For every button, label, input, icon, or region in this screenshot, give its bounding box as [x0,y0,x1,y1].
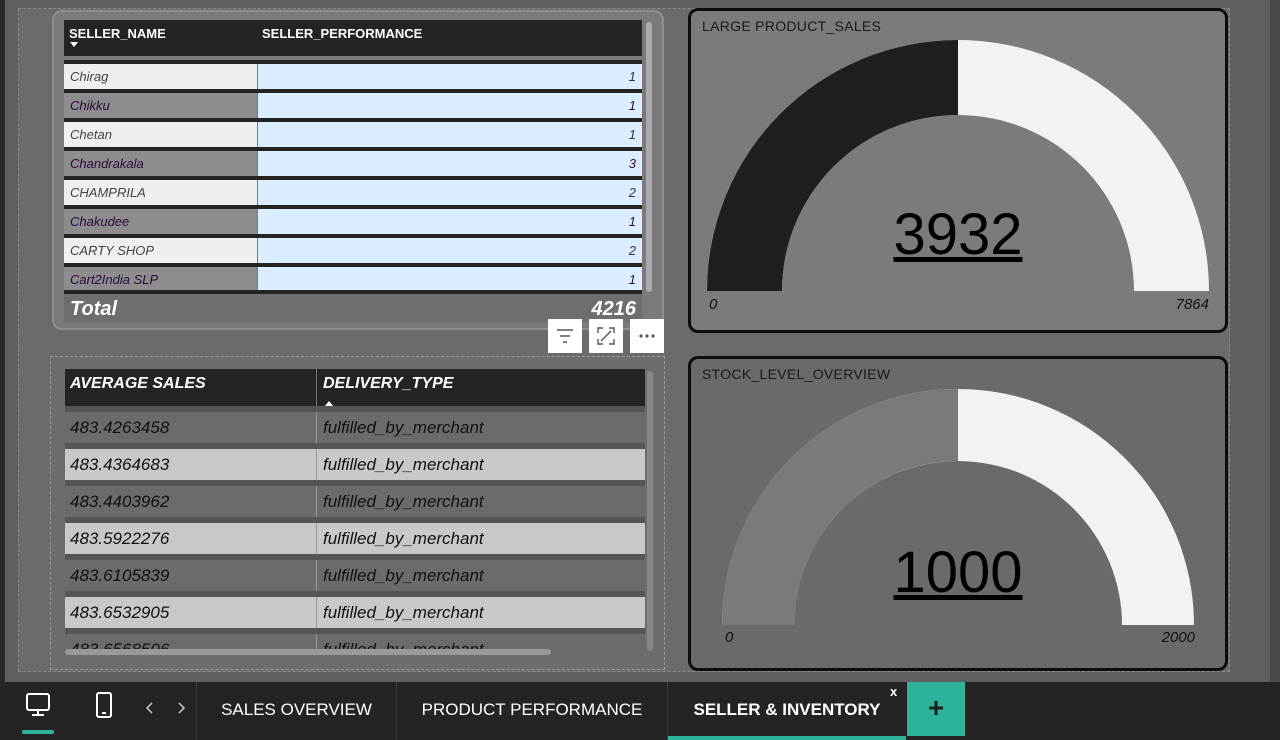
table-row[interactable]: 483.4364683 fulfilled_by_merchant [65,443,645,480]
gauge-large-product-sales[interactable]: LARGE PRODUCT_SALES 3932 0 7864 [688,8,1228,333]
total-value: 4216 [591,298,637,320]
chevron-left-icon [145,702,153,714]
delivery-type-cell: fulfilled_by_merchant [323,566,484,585]
more-options-button[interactable] [630,319,664,353]
table-row[interactable]: CARTY SHOP 2 [64,234,642,263]
seller-name-cell: CHAMPRILA [64,180,257,205]
seller-performance-cell: 3 [258,151,642,176]
seller-name-cell: Cart2India SLP [64,267,257,292]
table-row[interactable]: Chakudee 1 [64,205,642,234]
seller-name-cell: Chakudee [64,209,257,234]
table-row[interactable]: Chetan 1 [64,118,642,147]
header-seller-name[interactable]: SELLER_NAME [69,26,166,41]
chevron-right-icon [178,702,186,714]
vertical-scrollbar[interactable] [647,371,653,651]
seller-performance-table[interactable]: SELLER_NAME SELLER_PERFORMANCE Chirag 1 … [52,10,664,330]
gauge-value: 1000 [893,540,1023,605]
seller-name-cell: CARTY SHOP [64,238,257,263]
mobile-icon [96,692,112,718]
more-options-icon [639,334,655,338]
gauge-arc [707,40,1209,291]
page-navigation-bar: SALES OVERVIEW PRODUCT PERFORMANCE SELLE… [0,682,1280,740]
left-edge [0,0,5,682]
close-tab-button[interactable]: x [890,684,897,699]
total-row: Total 4216 [64,290,642,322]
tab-product-performance[interactable]: PRODUCT PERFORMANCE [397,682,667,736]
desktop-layout-button[interactable] [20,690,56,734]
average-sales-cell: 483.6532905 [70,603,170,622]
table-row[interactable]: Chikku 1 [64,89,642,118]
gauge-value: 3932 [893,202,1023,267]
gauge-max-label: 7864 [1175,296,1209,313]
average-sales-delivery-table[interactable]: AVERAGE SALES DELIVERY_TYPE 483.4263458 … [50,356,665,670]
filter-button[interactable] [548,319,582,353]
total-label: Total [70,298,118,320]
tab-seller-inventory[interactable]: SELLER & INVENTORY [668,682,906,740]
seller-name-cell: Chikku [64,93,257,118]
seller-name-cell: Chirag [64,64,257,89]
average-sales-cell: 483.5922276 [70,529,170,548]
delivery-type-cell: fulfilled_by_merchant [323,529,484,548]
delivery-type-cell: fulfilled_by_merchant [323,418,484,437]
header-delivery-type[interactable]: DELIVERY_TYPE [323,375,453,393]
header-seller-performance[interactable]: SELLER_PERFORMANCE [262,26,422,41]
seller-performance-cell: 2 [258,180,642,205]
delivery-type-cell: fulfilled_by_merchant [323,603,484,622]
seller-performance-cell: 1 [258,122,642,147]
average-sales-cell: 483.4364683 [70,455,170,474]
gauge-max-label: 2000 [1161,629,1195,646]
right-edge [1270,0,1280,682]
table-row[interactable]: 483.6105839 fulfilled_by_merchant [65,554,645,591]
seller-performance-cell: 1 [258,64,642,89]
header-average-sales[interactable]: AVERAGE SALES [70,375,206,393]
delivery-type-cell: fulfilled_by_merchant [323,455,484,474]
table-row[interactable]: 483.6532905 fulfilled_by_merchant [65,591,645,628]
average-sales-cell: 483.4263458 [70,418,170,437]
gauge-min-label: 0 [725,629,734,646]
mobile-layout-button[interactable] [86,690,122,730]
table-row[interactable]: CHAMPRILA 2 [64,176,642,205]
add-page-button[interactable]: + [907,682,965,736]
focus-mode-icon [597,327,615,345]
seller-performance-cell: 1 [258,93,642,118]
focus-mode-button[interactable] [589,319,623,353]
seller-table-header: SELLER_NAME SELLER_PERFORMANCE [64,20,642,56]
seller-performance-cell: 2 [258,238,642,263]
table-row[interactable]: 483.5922276 fulfilled_by_merchant [65,517,645,554]
table-row[interactable]: Chandrakala 3 [64,147,642,176]
seller-name-cell: Chetan [64,122,257,147]
desktop-icon [22,693,54,734]
table-row[interactable]: 483.4263458 fulfilled_by_merchant [65,406,645,443]
table-row[interactable]: 483.4403962 fulfilled_by_merchant [65,480,645,517]
filter-icon [557,329,573,343]
gauge-min-label: 0 [709,296,718,313]
vertical-scrollbar[interactable] [646,22,652,292]
next-page-button[interactable] [175,700,187,716]
table-row[interactable]: Cart2India SLP 1 [64,263,642,292]
seller-performance-cell: 1 [258,267,642,292]
table-row[interactable]: Chirag 1 [64,60,642,89]
seller-name-cell: Chandrakala [64,151,257,176]
horizontal-scrollbar[interactable] [65,649,551,655]
delivery-type-cell: fulfilled_by_merchant [323,492,484,511]
tab-sales-overview[interactable]: SALES OVERVIEW [197,682,396,736]
gauge-stock-level-overview[interactable]: STOCK_LEVEL_OVERVIEW 1000 0 2000 [688,356,1228,671]
gauge-arc [722,389,1194,625]
seller-performance-cell: 1 [258,209,642,234]
average-sales-cell: 483.6105839 [70,566,170,585]
average-sales-cell: 483.4403962 [70,492,170,511]
sort-down-icon[interactable] [70,42,78,47]
previous-page-button[interactable] [144,700,156,716]
